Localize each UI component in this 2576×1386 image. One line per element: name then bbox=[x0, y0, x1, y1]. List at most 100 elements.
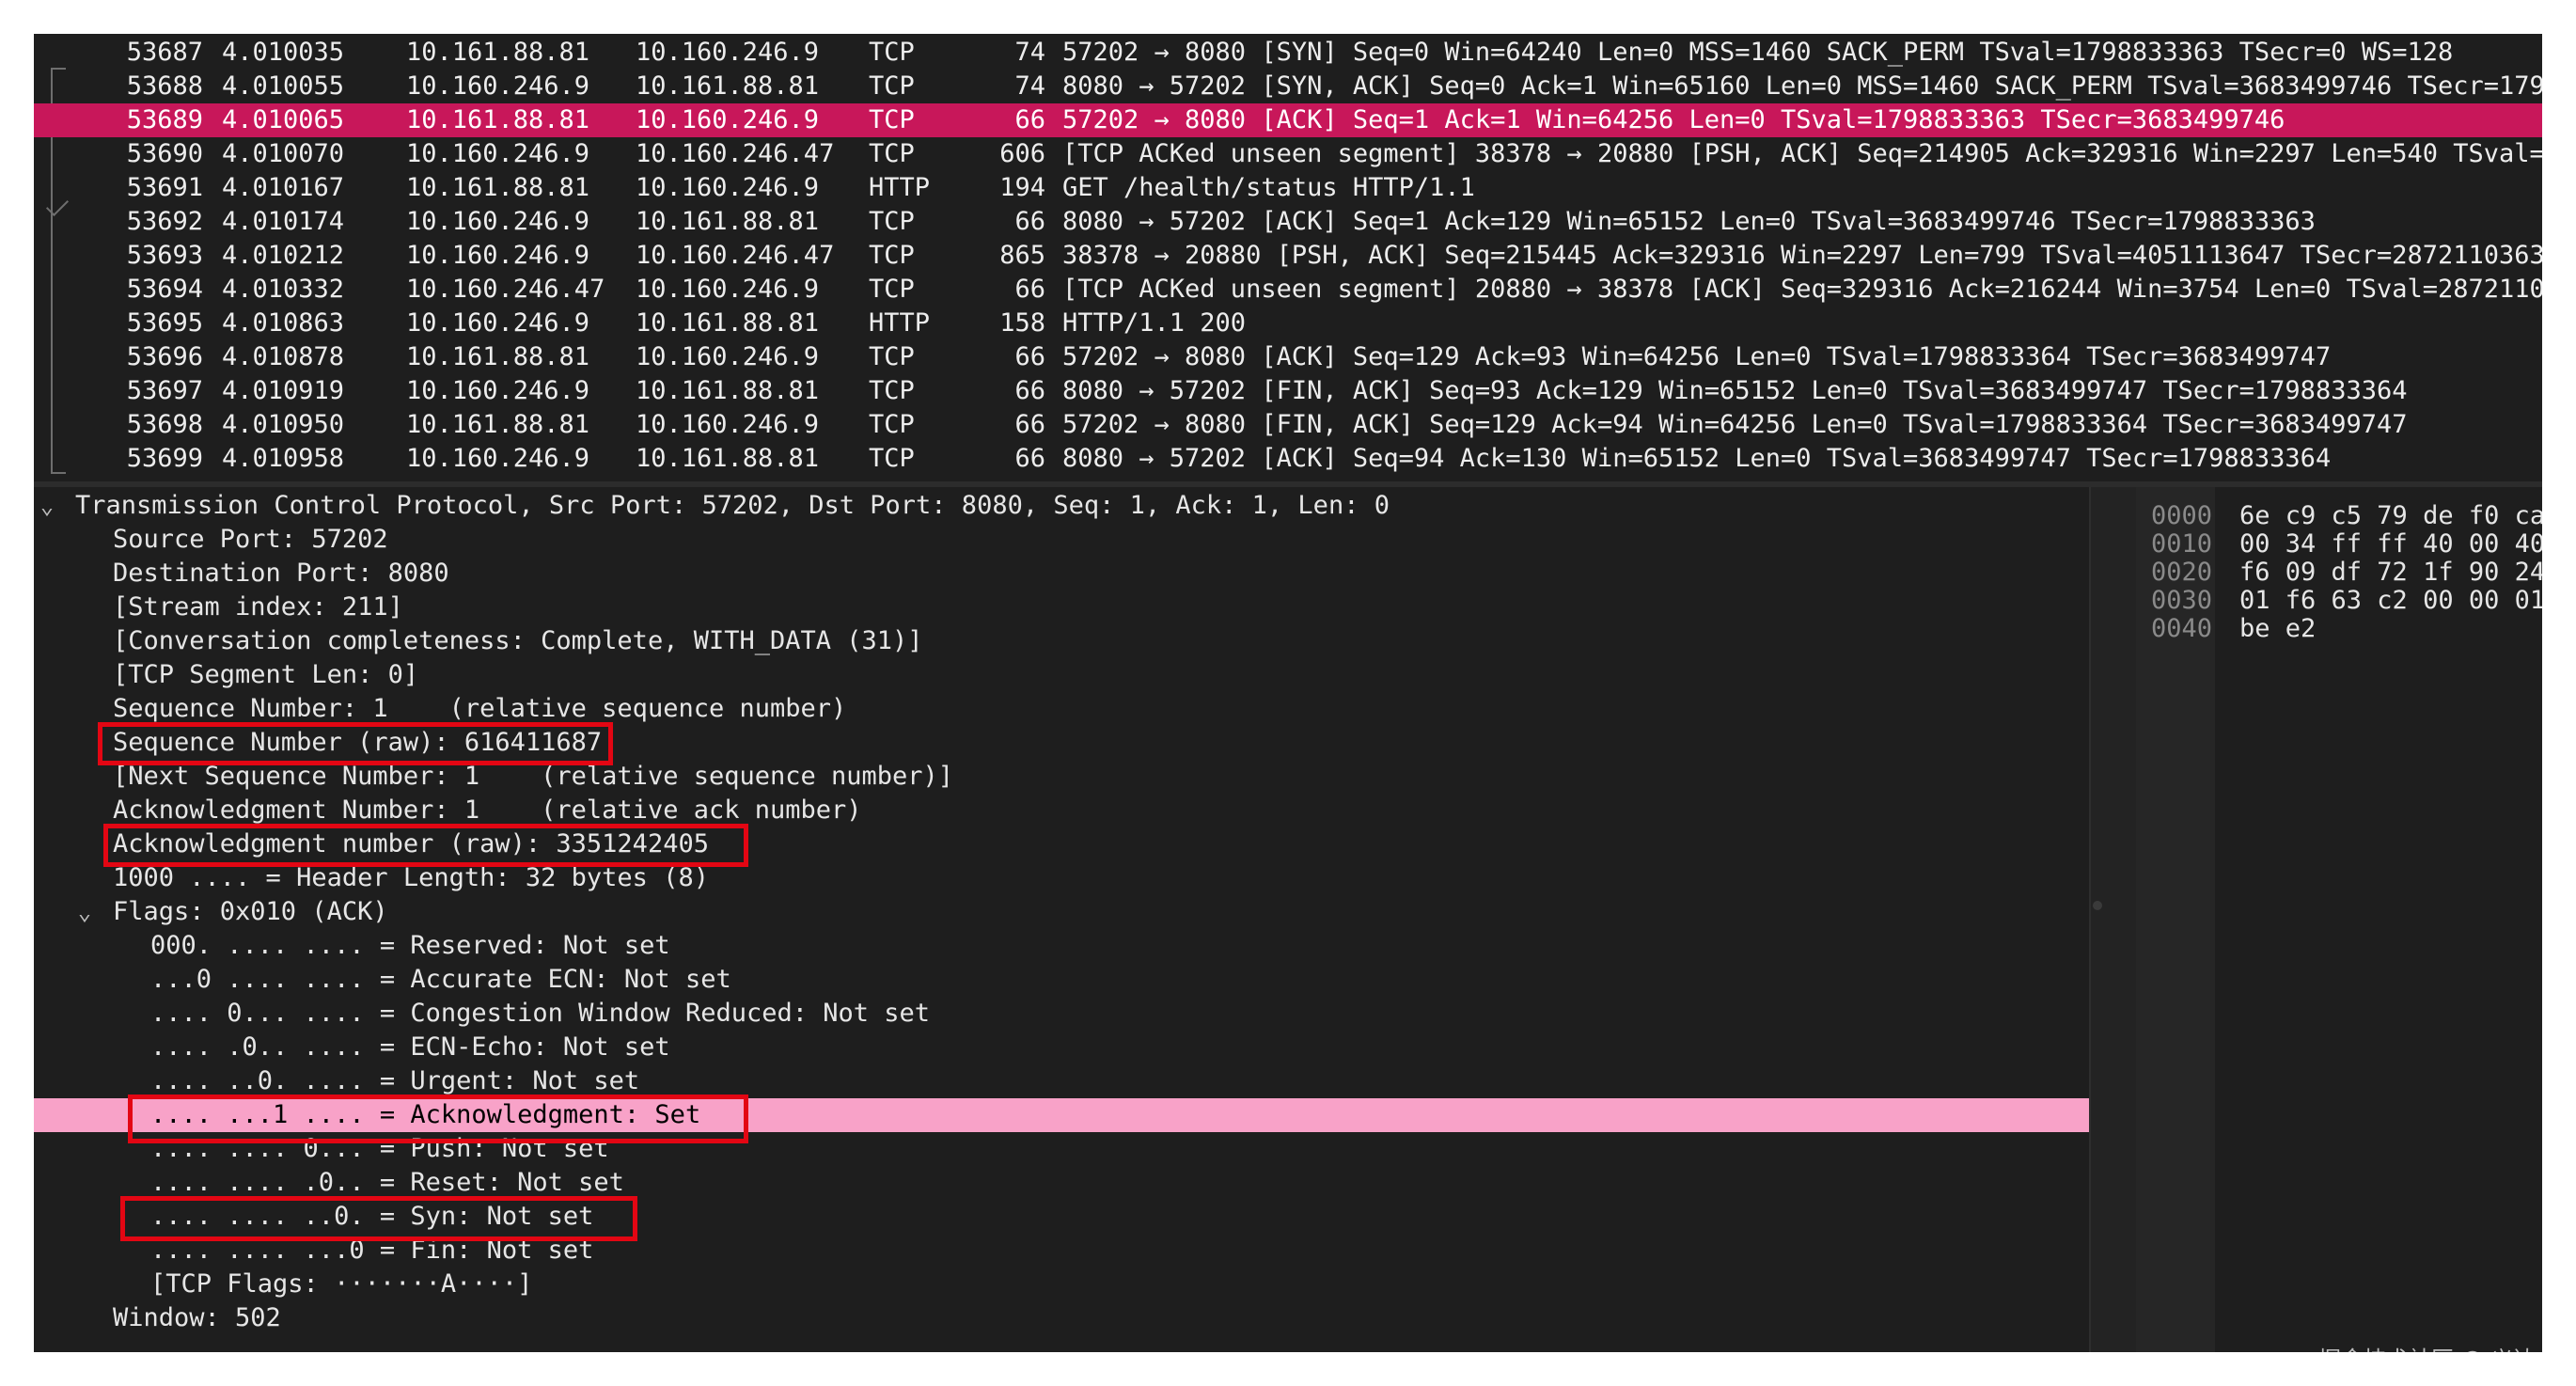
detail-row-tcp-flags[interactable]: [TCP Flags: ·······A····] bbox=[34, 1268, 2089, 1301]
tcp-header-text: Transmission Control Protocol, Src Port:… bbox=[75, 491, 1390, 520]
flag-urgent-text: .... ..0. .... = Urgent: Not set bbox=[150, 1066, 640, 1095]
packet-dst-cell: 10.160.246.9 bbox=[636, 410, 820, 439]
chevron-down-icon[interactable]: ⌄ bbox=[73, 895, 96, 929]
packet-proto-cell: HTTP bbox=[869, 173, 931, 202]
packet-dst-cell: 10.160.246.9 bbox=[636, 342, 820, 371]
detail-row-flag-ecn[interactable]: ...0 .... .... = Accurate ECN: Not set bbox=[34, 963, 2089, 997]
packet-src-cell: 10.160.246.9 bbox=[406, 376, 590, 405]
detail-row-destination-port[interactable]: Destination Port: 8080 bbox=[34, 557, 2089, 591]
packet-row[interactable]: 53693 4.010212 10.160.246.9 10.160.246.47 TC… bbox=[34, 239, 2542, 273]
packet-src-cell: 10.161.88.81 bbox=[406, 410, 590, 439]
hex-bytes-line[interactable]: f6 09 df 72 1f 90 24 bd bbox=[2239, 559, 2542, 587]
packet-proto-cell: TCP bbox=[869, 410, 915, 439]
byte-offset: 0040 bbox=[2151, 614, 2213, 643]
packet-time-cell: 4.010070 bbox=[222, 139, 345, 168]
packet-row[interactable]: 53697 4.010919 10.160.246.9 10.161.88.81 TCP… bbox=[34, 374, 2542, 408]
packet-info-cell: GET /health/status HTTP/1.1 bbox=[1062, 173, 1475, 202]
packet-row[interactable]: 53692 4.010174 10.160.246.9 10.161.88.81 TCP… bbox=[34, 205, 2542, 239]
packet-src-cell: 10.160.246.9 bbox=[406, 308, 590, 338]
packet-row[interactable]: 53699 4.010958 10.160.246.9 10.161.88.81 TCP… bbox=[34, 442, 2542, 476]
packet-len-cell: 66 bbox=[1014, 444, 1045, 473]
packet-row[interactable]: 53689 4.010065 10.161.88.81 10.160.246.9 TCP… bbox=[34, 103, 2542, 137]
packet-len-cell: 194 bbox=[999, 173, 1045, 202]
flag-ecn-text: ...0 .... .... = Accurate ECN: Not set bbox=[150, 965, 731, 994]
detail-row-flag-ecn-echo[interactable]: .... .0.. .... = ECN-Echo: Not set bbox=[34, 1031, 2089, 1064]
packet-no-cell: 53697 bbox=[126, 376, 203, 405]
chevron-down-icon[interactable]: ⌄ bbox=[36, 489, 58, 523]
detail-row-window[interactable]: Window: 502 bbox=[34, 1301, 2089, 1335]
packet-time-cell: 4.010958 bbox=[222, 444, 345, 473]
packet-proto-cell: TCP bbox=[869, 105, 915, 134]
packet-dst-cell: 10.161.88.81 bbox=[636, 308, 820, 338]
flag-cwr-text: .... 0... .... = Congestion Window Reduc… bbox=[150, 999, 931, 1028]
packet-time-cell: 4.010174 bbox=[222, 207, 345, 236]
packet-row[interactable]: 53691 4.010167 10.161.88.81 10.160.246.9 HTT… bbox=[34, 171, 2542, 205]
packet-time-cell: 4.010863 bbox=[222, 308, 345, 338]
packet-dst-cell: 10.160.246.9 bbox=[636, 38, 820, 67]
packet-bytes-pane[interactable]: 0000 6e c9 c5 79 de f0 ca 79 0010 00 34 ff … bbox=[2136, 487, 2542, 1352]
packet-time-cell: 4.010035 bbox=[222, 38, 345, 67]
packet-len-cell: 865 bbox=[999, 241, 1045, 270]
detail-row-flags[interactable]: ⌄ Flags: 0x010 (ACK) bbox=[34, 895, 2089, 929]
detail-row-flag-urgent[interactable]: .... ..0. .... = Urgent: Not set bbox=[34, 1064, 2089, 1098]
packet-len-cell: 74 bbox=[1014, 38, 1045, 67]
seq-num-text: Sequence Number: 1 (relative sequence nu… bbox=[113, 694, 847, 723]
packet-time-cell: 4.010878 bbox=[222, 342, 345, 371]
packet-len-cell: 66 bbox=[1014, 376, 1045, 405]
packet-dst-cell: 10.160.246.9 bbox=[636, 275, 820, 304]
detail-row-flag-reset[interactable]: .... .... .0.. = Reset: Not set bbox=[34, 1166, 2089, 1200]
packet-proto-cell: TCP bbox=[869, 207, 915, 236]
packet-proto-cell: TCP bbox=[869, 139, 915, 168]
packet-list[interactable]: 53687 4.010035 10.161.88.81 10.160.246.9 TCP… bbox=[34, 34, 2542, 481]
detail-row-tcp-header[interactable]: ⌄ Transmission Control Protocol, Src Por… bbox=[34, 489, 2089, 523]
detail-row-stream-index[interactable]: [Stream index: 211] bbox=[34, 591, 2089, 624]
hex-bytes-line[interactable]: 01 f6 63 c2 00 00 01 01 bbox=[2239, 587, 2542, 615]
detail-row-conversation[interactable]: [Conversation completeness: Complete, WI… bbox=[34, 624, 2089, 658]
detail-row-ack-num[interactable]: Acknowledgment Number: 1 (relative ack n… bbox=[34, 794, 2089, 827]
detail-row-flag-reserved[interactable]: 000. .... .... = Reserved: Not set bbox=[34, 929, 2089, 963]
packet-no-cell: 53696 bbox=[126, 342, 203, 371]
packet-no-cell: 53689 bbox=[126, 105, 203, 134]
packet-dst-cell: 10.160.246.9 bbox=[636, 173, 820, 202]
packet-proto-cell: TCP bbox=[869, 241, 915, 270]
detail-row-source-port[interactable]: Source Port: 57202 bbox=[34, 523, 2089, 557]
packet-dst-cell: 10.160.246.9 bbox=[636, 105, 820, 134]
packet-src-cell: 10.160.246.9 bbox=[406, 71, 590, 101]
hex-bytes-line[interactable]: 6e c9 c5 79 de f0 ca 79 bbox=[2239, 502, 2542, 530]
packet-row[interactable]: 53696 4.010878 10.161.88.81 10.160.246.9 TCP… bbox=[34, 340, 2542, 374]
tcp-flags-text: [TCP Flags: ·······A····] bbox=[150, 1269, 533, 1299]
splitter-handle-icon[interactable] bbox=[2093, 901, 2102, 910]
packet-row[interactable]: 53690 4.010070 10.160.246.9 10.160.246.47 TC… bbox=[34, 137, 2542, 171]
packet-row[interactable]: 53695 4.010863 10.160.246.9 10.161.88.81 HTT… bbox=[34, 307, 2542, 340]
packet-no-cell: 53699 bbox=[126, 444, 203, 473]
hex-bytes-line[interactable]: 00 34 ff ff 40 00 40 06 bbox=[2239, 530, 2542, 559]
packet-time-cell: 4.010055 bbox=[222, 71, 345, 101]
packet-dst-cell: 10.161.88.81 bbox=[636, 207, 820, 236]
segment-len-text: [TCP Segment Len: 0] bbox=[113, 660, 419, 689]
packet-row[interactable]: 53698 4.010950 10.161.88.81 10.160.246.9 TCP… bbox=[34, 408, 2542, 442]
packet-info-cell: 57202 → 8080 [ACK] Seq=129 Ack=93 Win=64… bbox=[1062, 342, 2332, 371]
packet-src-cell: 10.161.88.81 bbox=[406, 105, 590, 134]
packet-details-pane[interactable]: ⌄ Transmission Control Protocol, Src Por… bbox=[34, 487, 2089, 1352]
hex-bytes-line[interactable]: be e2 bbox=[2239, 615, 2316, 643]
pane-splitter-vertical[interactable] bbox=[2089, 487, 2136, 1352]
annotation-box-ack-raw bbox=[103, 824, 748, 867]
packet-row[interactable]: 53694 4.010332 10.160.246.47 10.160.246.9 TC… bbox=[34, 273, 2542, 307]
packet-info-cell: 38378 → 20880 [PSH, ACK] Seq=215445 Ack=… bbox=[1062, 241, 2542, 270]
packet-info-cell: 57202 → 8080 [SYN] Seq=0 Win=64240 Len=0… bbox=[1062, 38, 2454, 67]
packet-no-cell: 53695 bbox=[126, 308, 203, 338]
flag-ecn-echo-text: .... .0.. .... = ECN-Echo: Not set bbox=[150, 1032, 670, 1062]
detail-row-segment-len[interactable]: [TCP Segment Len: 0] bbox=[34, 658, 2089, 692]
packet-dst-cell: 10.161.88.81 bbox=[636, 444, 820, 473]
packet-row[interactable]: 53688 4.010055 10.160.246.9 10.161.88.81 TCP… bbox=[34, 70, 2542, 103]
annotation-box-seq-raw bbox=[98, 722, 613, 765]
flag-reset-text: .... .... .0.. = Reset: Not set bbox=[150, 1168, 624, 1197]
packet-info-cell: HTTP/1.1 200 bbox=[1062, 308, 1247, 338]
packet-row[interactable]: 53687 4.010035 10.161.88.81 10.160.246.9 TCP… bbox=[34, 36, 2542, 70]
detail-row-flag-cwr[interactable]: .... 0... .... = Congestion Window Reduc… bbox=[34, 997, 2089, 1031]
detail-row-seq-num[interactable]: Sequence Number: 1 (relative sequence nu… bbox=[34, 692, 2089, 726]
packet-len-cell: 158 bbox=[999, 308, 1045, 338]
packet-proto-cell: TCP bbox=[869, 38, 915, 67]
packet-src-cell: 10.161.88.81 bbox=[406, 342, 590, 371]
packet-info-cell: 8080 → 57202 [ACK] Seq=1 Ack=129 Win=651… bbox=[1062, 207, 2316, 236]
